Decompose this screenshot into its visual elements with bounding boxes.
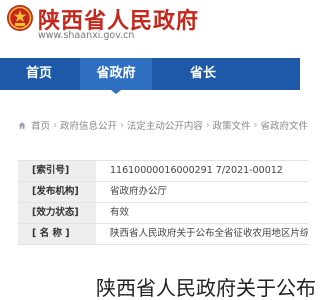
info-value: 陕西省人民政府关于公布全省征收农用地区片综合地价 <box>110 228 308 239</box>
nav-home[interactable]: 首页 <box>14 58 64 90</box>
nav-provincial-government[interactable]: 省政府 <box>80 58 152 94</box>
document-info-table: [索引号] 11610000016000291 7/2021-00012 [发布… <box>18 160 308 245</box>
info-label: [索引号] <box>18 161 96 181</box>
site-url: www.shaanxi.gov.cn <box>38 30 135 41</box>
breadcrumb-statutory-content[interactable]: 法定主动公开内容 <box>127 118 203 132</box>
info-row-publisher: [发布机构] 省政府办公厅 <box>18 182 308 203</box>
house-icon[interactable] <box>18 120 26 131</box>
nav-governor[interactable]: 省长 <box>178 58 228 90</box>
breadcrumb-separator: › <box>120 119 124 131</box>
info-label: [效力状态] <box>18 203 96 223</box>
document-title: 陕西省人民政府关于公布 <box>96 276 316 300</box>
breadcrumb-separator: › <box>205 119 210 131</box>
info-row-name: [ 名 称 ] 陕西省人民政府关于公布全省征收农用地区片综合地价 <box>18 224 308 245</box>
breadcrumb-policy-documents[interactable]: 政策文件 <box>213 118 251 132</box>
info-label: [ 名 称 ] <box>18 224 96 244</box>
breadcrumb: 首页 › 政府信息公开 › 法定主动公开内容 › 政策文件 › 省政府文件 <box>18 118 308 132</box>
main-nav: 首页 省政府 省长 <box>0 58 300 94</box>
info-value: 省政府办公厅 <box>110 186 168 197</box>
info-row-index: [索引号] 11610000016000291 7/2021-00012 <box>18 161 308 182</box>
info-value: 有效 <box>110 207 130 218</box>
breadcrumb-separator: › <box>53 119 57 131</box>
info-label: [发布机构] <box>18 182 96 202</box>
breadcrumb-separator: › <box>253 119 258 131</box>
info-row-status: [效力状态] 有效 <box>18 203 308 224</box>
info-value: 11610000016000291 7/2021-00012 <box>110 165 283 176</box>
site-header: 陕西省人民政府 www.shaanxi.gov.cn <box>0 0 300 54</box>
national-emblem-icon[interactable] <box>6 4 34 32</box>
breadcrumb-home[interactable]: 首页 <box>31 118 50 132</box>
breadcrumb-info-disclosure[interactable]: 政府信息公开 <box>60 118 117 132</box>
breadcrumb-government-documents[interactable]: 省政府文件 <box>260 118 308 132</box>
